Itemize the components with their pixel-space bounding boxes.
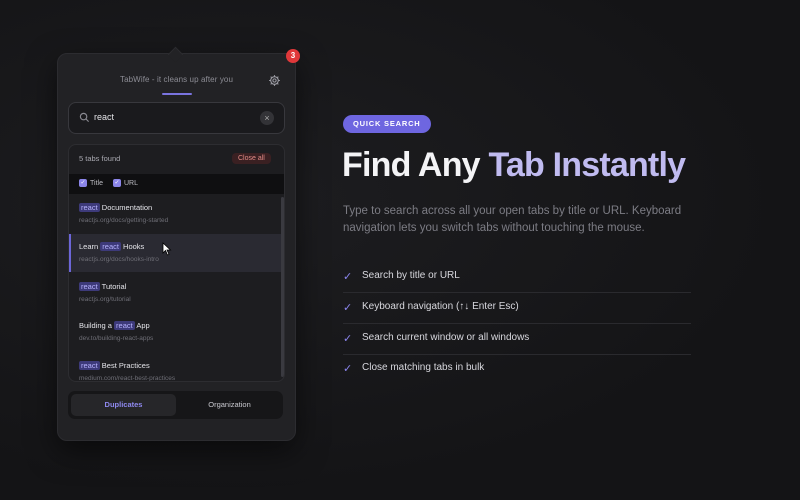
tab-result-url: reactjs.org/docs/getting-started	[79, 217, 169, 224]
tab-organization[interactable]: Organization	[177, 394, 282, 416]
tabwife-popup: TabWife - it cleans up after you react ×…	[57, 46, 296, 441]
filter-url-label: URL	[124, 179, 139, 187]
search-value[interactable]: react	[94, 112, 114, 122]
check-icon: ✓	[343, 271, 353, 283]
search-input[interactable]: react ×	[68, 102, 285, 134]
close-all-button[interactable]: Close all	[232, 153, 271, 164]
tab-result-title: react Tutorial	[79, 282, 127, 291]
check-icon: ✓	[343, 363, 353, 375]
tab-result-url: reactjs.org/docs/hooks-intro	[79, 256, 159, 263]
tab-duplicates[interactable]: Duplicates	[71, 394, 176, 416]
feature-text: Search by title or URL	[362, 270, 460, 281]
match-highlight: react	[79, 282, 100, 291]
popup-header-title: TabWife - it cleans up after you	[119, 75, 234, 84]
tab-result-title: Building a react App	[79, 321, 150, 330]
match-highlight: react	[79, 203, 100, 212]
check-icon: ✓	[343, 302, 353, 314]
hero-title-part2: Tab Instantly	[488, 146, 686, 184]
feature-text: Close matching tabs in bulk	[362, 362, 485, 373]
tab-result-item-selected[interactable]: Learn react Hooks reactjs.org/docs/hooks…	[69, 234, 284, 272]
tab-result-item[interactable]: react Best Practices medium.com/react-be…	[69, 353, 282, 382]
filter-title-checkbox[interactable]: ✓ Title	[79, 179, 103, 187]
search-icon	[79, 112, 90, 123]
feature-text: Keyboard navigation (↑↓ Enter Esc)	[362, 301, 519, 312]
results-scrollbar[interactable]	[281, 197, 284, 377]
tab-result-item[interactable]: react Documentation reactjs.org/docs/get…	[69, 195, 282, 233]
bottom-tab-bar: Duplicates Organization	[68, 391, 283, 419]
tabs-found-count: 5 tabs found	[79, 154, 121, 163]
check-icon: ✓	[343, 333, 353, 345]
tab-result-url: reactjs.org/tutorial	[79, 296, 131, 303]
feature-item: ✓ Search by title or URL	[343, 262, 691, 293]
popup-notch	[167, 46, 184, 63]
match-highlight: react	[114, 321, 135, 330]
tab-result-title: Learn react Hooks	[79, 242, 145, 251]
search-filters: ✓ Title ✓ URL	[69, 174, 284, 194]
notification-badge: 3	[286, 49, 300, 63]
mouse-cursor-icon	[162, 242, 172, 256]
clear-search-button[interactable]: ×	[260, 111, 274, 125]
tab-result-item[interactable]: react Tutorial reactjs.org/tutorial	[69, 274, 282, 312]
match-highlight: react	[79, 361, 100, 370]
section-pill: QUICK SEARCH	[343, 115, 431, 133]
feature-item: ✓ Keyboard navigation (↑↓ Enter Esc)	[343, 293, 691, 324]
tab-result-title: react Best Practices	[79, 361, 150, 370]
feature-text: Search current window or all windows	[362, 332, 530, 343]
filter-title-label: Title	[90, 179, 103, 187]
hero-title: Find Any Tab Instantly	[342, 146, 686, 185]
filter-url-checkbox[interactable]: ✓ URL	[113, 179, 138, 187]
feature-item: ✓ Close matching tabs in bulk	[343, 354, 691, 384]
hero-title-part1: Find Any	[342, 146, 481, 184]
tab-result-item[interactable]: Building a react App dev.to/building-rea…	[69, 313, 282, 351]
checkbox-check-icon: ✓	[113, 179, 121, 187]
tab-result-url: medium.com/react-best-practices	[79, 375, 176, 382]
tab-result-url: dev.to/building-react-apps	[79, 335, 154, 342]
checkbox-check-icon: ✓	[79, 179, 87, 187]
results-header: 5 tabs found Close all	[69, 145, 284, 173]
tab-result-title: react Documentation	[79, 203, 153, 212]
match-highlight: react	[100, 242, 121, 251]
feature-item: ✓ Search current window or all windows	[343, 324, 691, 355]
header-underline	[162, 93, 192, 95]
hero-description: Type to search across all your open tabs…	[343, 205, 682, 234]
gear-icon[interactable]	[268, 74, 281, 87]
results-panel: 5 tabs found Close all ✓ Title ✓ URL react…	[68, 144, 285, 382]
